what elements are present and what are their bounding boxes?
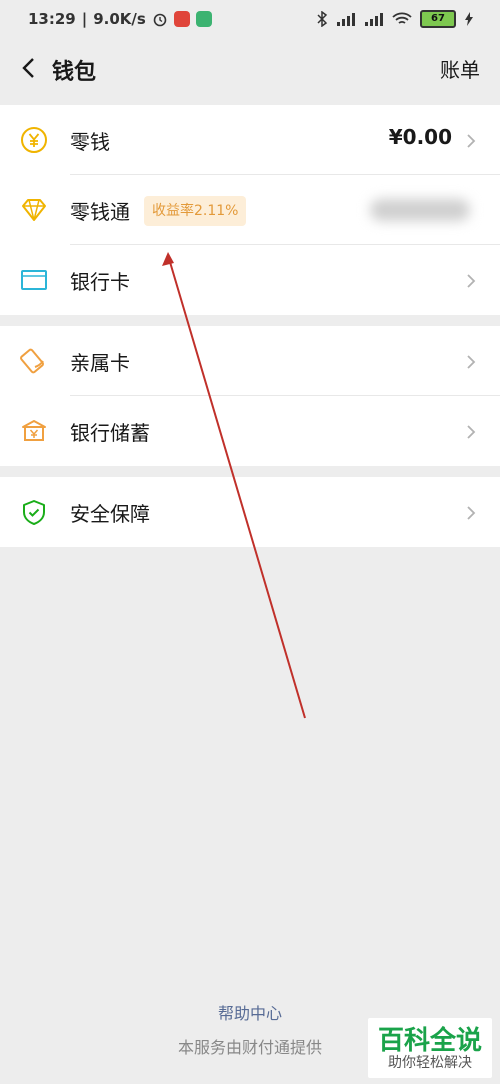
diamond-icon: [22, 199, 46, 221]
navigation-bar: 钱包 账单: [0, 40, 500, 100]
page-title: 钱包: [52, 60, 97, 85]
lingqiantong-label: 零钱通: [70, 200, 130, 224]
chevron-right-icon: [467, 355, 476, 369]
blurred-balance: [370, 199, 470, 221]
yield-rate-badge: 收益率2.11%: [144, 196, 247, 226]
family-card-icon: [20, 348, 44, 374]
bank-building-icon: [22, 420, 46, 441]
security-row[interactable]: 安全保障: [0, 477, 500, 547]
battery-level: 67: [431, 13, 445, 24]
wallet-group-security: 安全保障: [0, 477, 500, 547]
chevron-right-icon: [467, 506, 476, 520]
shield-check-icon: [23, 500, 45, 525]
change-balance: ¥0.00: [388, 125, 452, 149]
status-left: 13:29 | 9.0K/s: [28, 10, 212, 28]
status-network-speed: 9.0K/s: [93, 10, 146, 28]
chevron-right-icon: [467, 274, 476, 288]
bank-card-label: 银行卡: [70, 270, 130, 294]
wallet-group-family: 亲属卡 银行储蓄: [0, 326, 500, 466]
family-card-label: 亲属卡: [70, 351, 130, 375]
wifi-icon: [392, 12, 412, 24]
chevron-right-icon: [467, 134, 476, 148]
bank-card-row[interactable]: 银行卡: [0, 245, 500, 315]
alarm-icon: [153, 13, 167, 27]
battery-icon: 67: [420, 10, 456, 28]
bank-savings-row[interactable]: 银行储蓄: [0, 396, 500, 466]
bluetooth-icon: [317, 11, 328, 27]
security-label: 安全保障: [70, 502, 150, 526]
family-card-row[interactable]: 亲属卡: [0, 326, 500, 396]
chevron-right-icon: [467, 425, 476, 439]
signal-icon: [337, 13, 355, 26]
change-row[interactable]: 零钱 ¥0.00: [0, 105, 500, 175]
watermark-logo: 百科全说 助你轻松解决: [368, 1018, 492, 1078]
bill-button[interactable]: 账单: [440, 54, 480, 83]
back-arrow-icon[interactable]: [16, 54, 44, 82]
coin-yen-icon: [21, 127, 47, 153]
app-notification-icon: [173, 11, 190, 27]
signal-hd-icon: [365, 13, 383, 26]
wallet-group-balance: 零钱 ¥0.00 零钱通 收益率2.11% 银行卡: [0, 105, 500, 315]
status-separator: |: [81, 10, 88, 28]
watermark-subtitle: 助你轻松解决: [388, 1055, 472, 1071]
bank-savings-label: 银行储蓄: [70, 421, 150, 445]
wechat-notification-icon: [195, 11, 212, 27]
bank-card-icon: [21, 270, 47, 290]
status-bar: 13:29 | 9.0K/s 67: [0, 0, 500, 40]
status-right: 67: [316, 10, 474, 28]
status-time: 13:29: [28, 10, 76, 28]
charging-icon: [465, 12, 473, 26]
change-label: 零钱: [70, 130, 110, 154]
lingqiantong-row[interactable]: 零钱通 收益率2.11%: [0, 175, 500, 245]
